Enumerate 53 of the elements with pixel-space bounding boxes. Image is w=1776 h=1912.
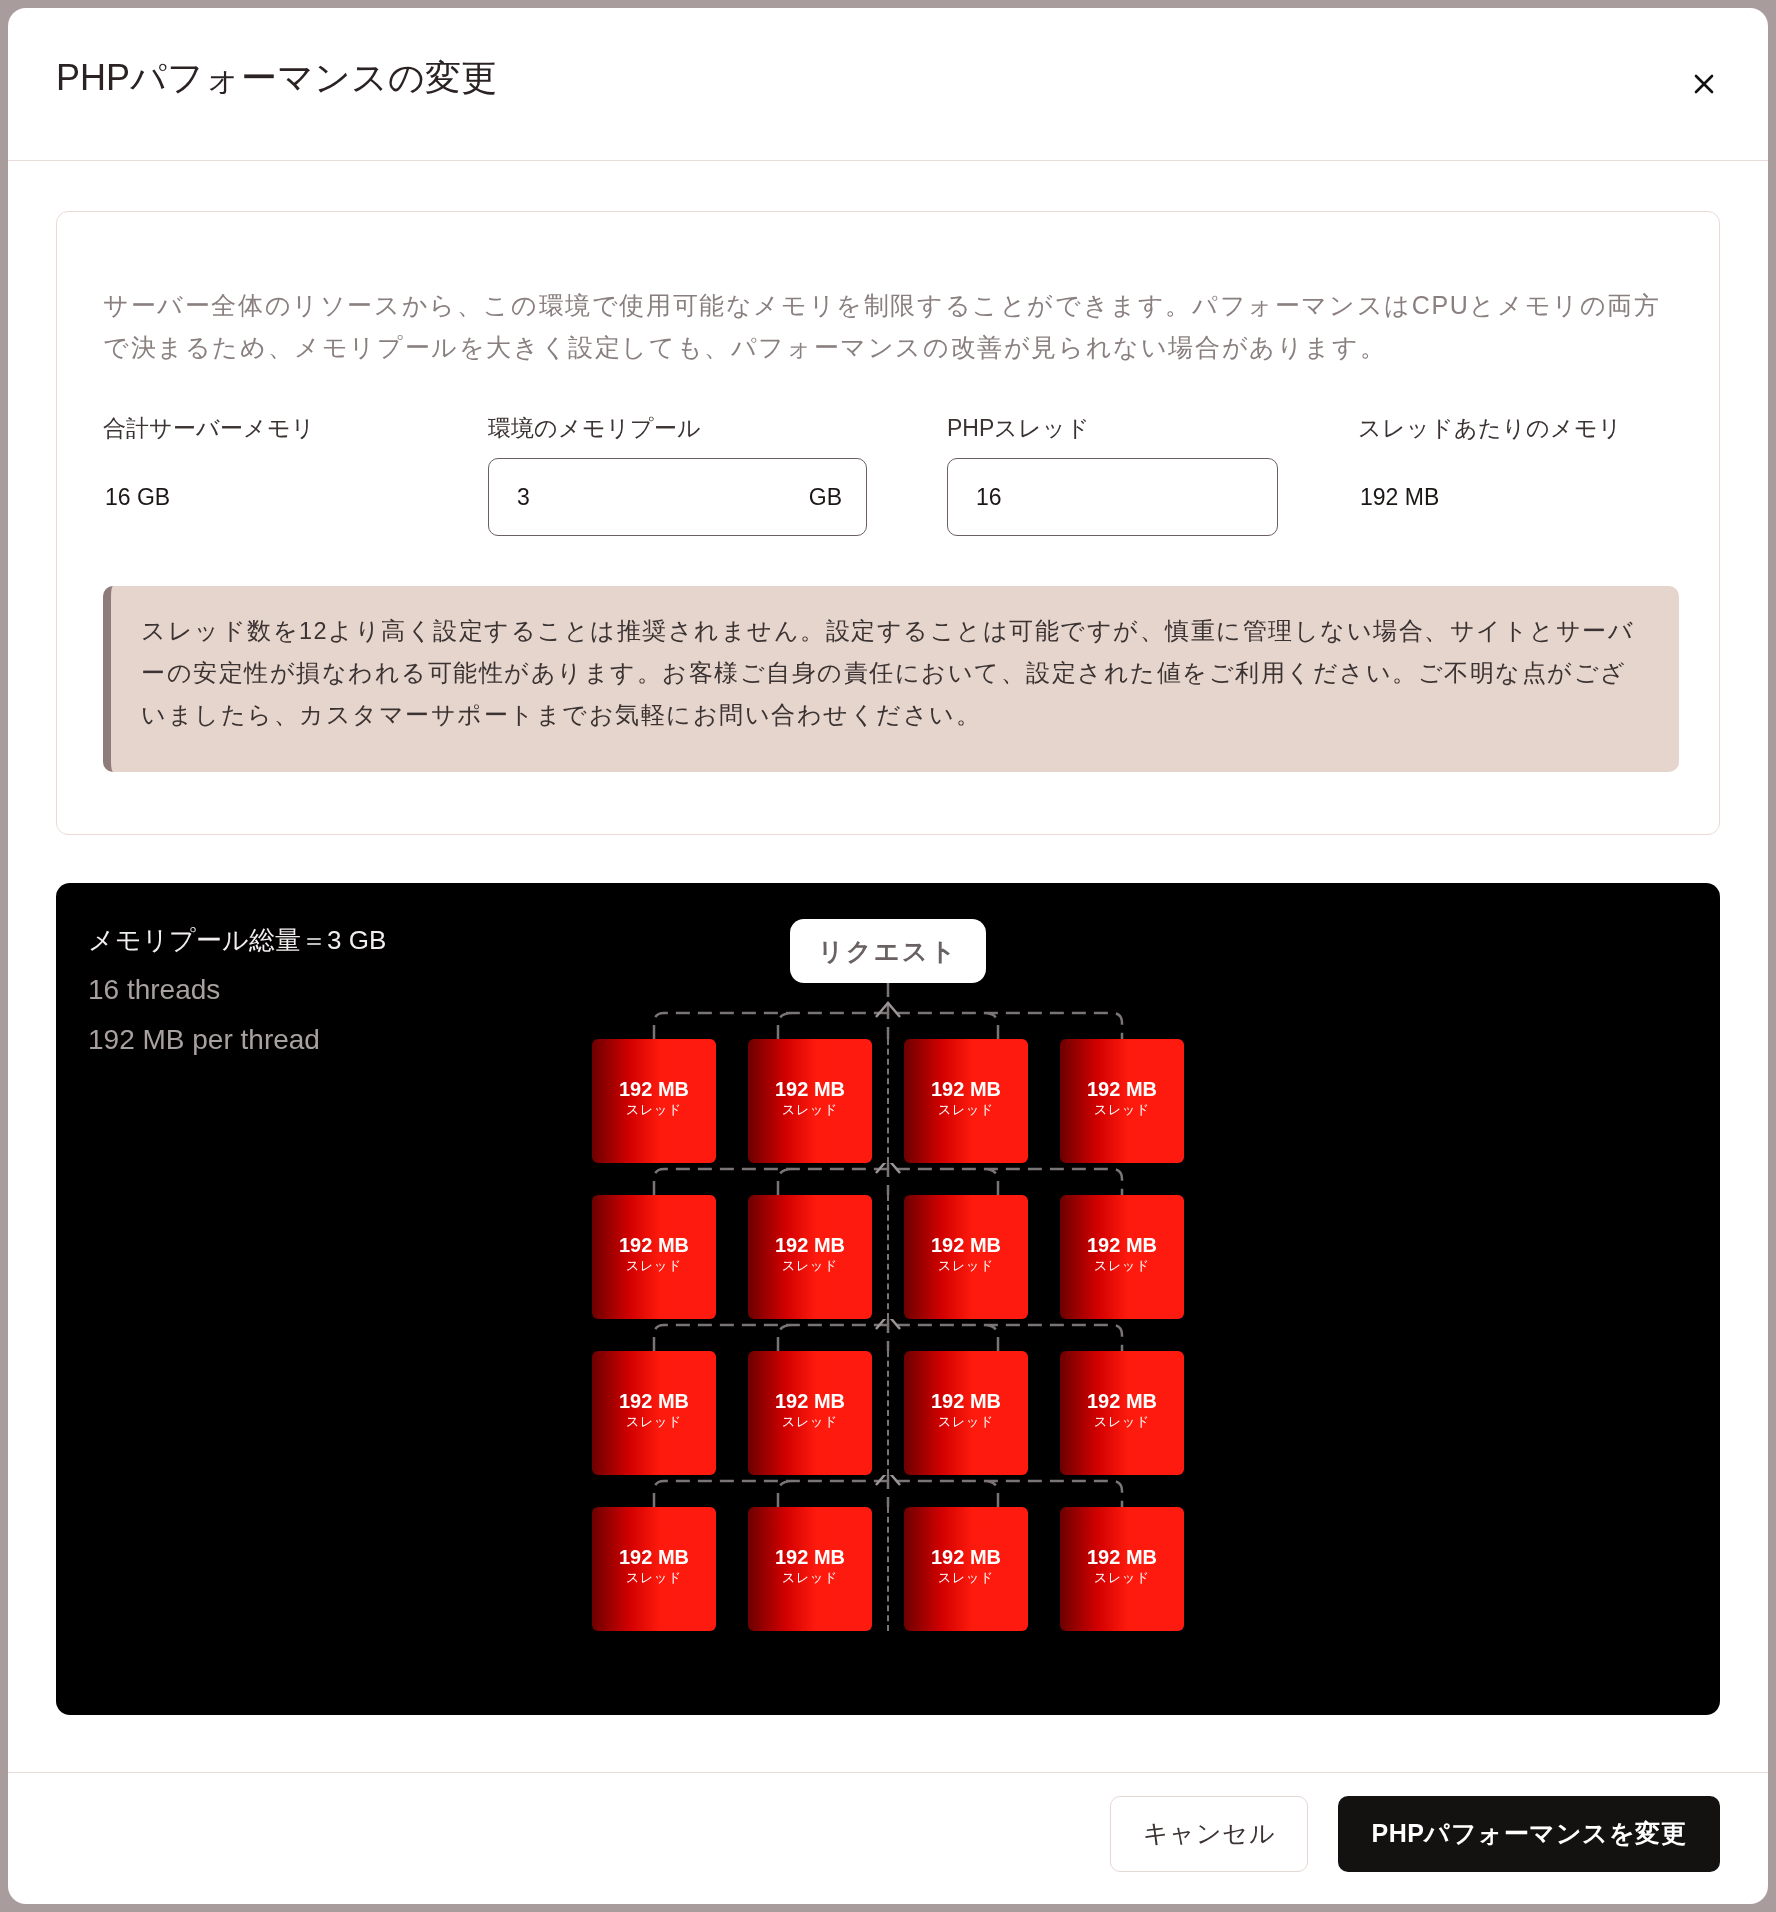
cancel-button[interactable]: キャンセル xyxy=(1110,1795,1308,1872)
thread-label: スレッド xyxy=(938,1101,994,1119)
thread-memory: 192 MB xyxy=(775,1233,845,1257)
input-field[interactable]: 3 GB xyxy=(488,458,867,536)
thread-label: スレッド xyxy=(626,1257,682,1275)
input-value[interactable]: 3 xyxy=(517,483,809,511)
input-value[interactable]: 16 xyxy=(976,483,1253,511)
warning-notice: スレッド数を12より高く設定することは推奨されません。設定することは可能ですが、慎重に管理しない場合、サイトとサーバーの安定性が損なわれる可能性があります。お客様ご自身の責任において、設定された値をご利用ください。ご不明な点がございましたら、カスタマーサポートまでお気軽にお問い合わせください。 xyxy=(103,586,1679,772)
field-label: 合計サーバーメモリ xyxy=(103,414,316,443)
thread-memory: 192 MB xyxy=(1087,1077,1157,1101)
thread-memory: 192 MB xyxy=(619,1233,689,1257)
thread-memory: 192 MB xyxy=(619,1389,689,1413)
thread-memory: 192 MB xyxy=(931,1545,1001,1569)
thread-label: スレッド xyxy=(1094,1101,1150,1119)
pool-summary: メモリプール総量＝3 GB xyxy=(88,924,388,957)
thread-memory: 192 MB xyxy=(931,1233,1001,1257)
field-label: 環境のメモリプール xyxy=(488,414,702,443)
thread-memory: 192 MB xyxy=(931,1077,1001,1101)
description-text: サーバー全体のリソースから、この環境で使用可能なメモリを制限することができます。パフォーマンスはCPUとメモリの両方で決まるため、メモリプールを大きく設定しても、パフォーマンスの改善が見られない場合があります。 xyxy=(103,290,1662,363)
field-value: 192 MB xyxy=(1359,483,1441,512)
thread-memory: 192 MB xyxy=(775,1545,845,1569)
dialog-title: PHPパフォーマンスの変更 xyxy=(56,55,498,100)
thread-label: スレッド xyxy=(782,1569,838,1587)
unit-label: GB xyxy=(808,483,842,511)
thread-label: スレッド xyxy=(938,1569,994,1587)
thread-label: スレッド xyxy=(626,1569,682,1587)
thread-memory: 192 MB xyxy=(1087,1545,1157,1569)
thread-label: スレッド xyxy=(1094,1569,1150,1587)
input-field[interactable]: 16 xyxy=(947,458,1278,536)
thread-label: スレッド xyxy=(1094,1257,1150,1275)
thread-memory: 192 MB xyxy=(1087,1389,1157,1413)
pool-detail: 192 MB per thread xyxy=(88,1023,321,1057)
thread-label: スレッド xyxy=(1094,1413,1150,1431)
thread-label: スレッド xyxy=(938,1413,994,1431)
thread-memory: 192 MB xyxy=(775,1077,845,1101)
thread-label: スレッド xyxy=(782,1413,838,1431)
field-label: PHPスレッド xyxy=(947,414,1092,443)
thread-label: スレッド xyxy=(782,1101,838,1119)
thread-label: スレッド xyxy=(626,1413,682,1431)
thread-memory: 192 MB xyxy=(1087,1233,1157,1257)
close-icon xyxy=(1692,72,1716,96)
submit-button[interactable]: PHPパフォーマンスを変更 xyxy=(1338,1795,1720,1872)
request-label: リクエスト xyxy=(790,919,986,983)
thread-label: スレッド xyxy=(626,1101,682,1119)
thread-memory: 192 MB xyxy=(619,1077,689,1101)
thread-label: スレッド xyxy=(782,1257,838,1275)
pool-detail: 16 threads xyxy=(88,973,222,1007)
thread-label: スレッド xyxy=(938,1257,994,1275)
thread-memory: 192 MB xyxy=(775,1389,845,1413)
thread-memory: 192 MB xyxy=(931,1389,1001,1413)
field-value: 16 GB xyxy=(104,483,172,512)
thread-memory: 192 MB xyxy=(619,1545,689,1569)
field-label: スレッドあたりのメモリ xyxy=(1358,414,1623,443)
